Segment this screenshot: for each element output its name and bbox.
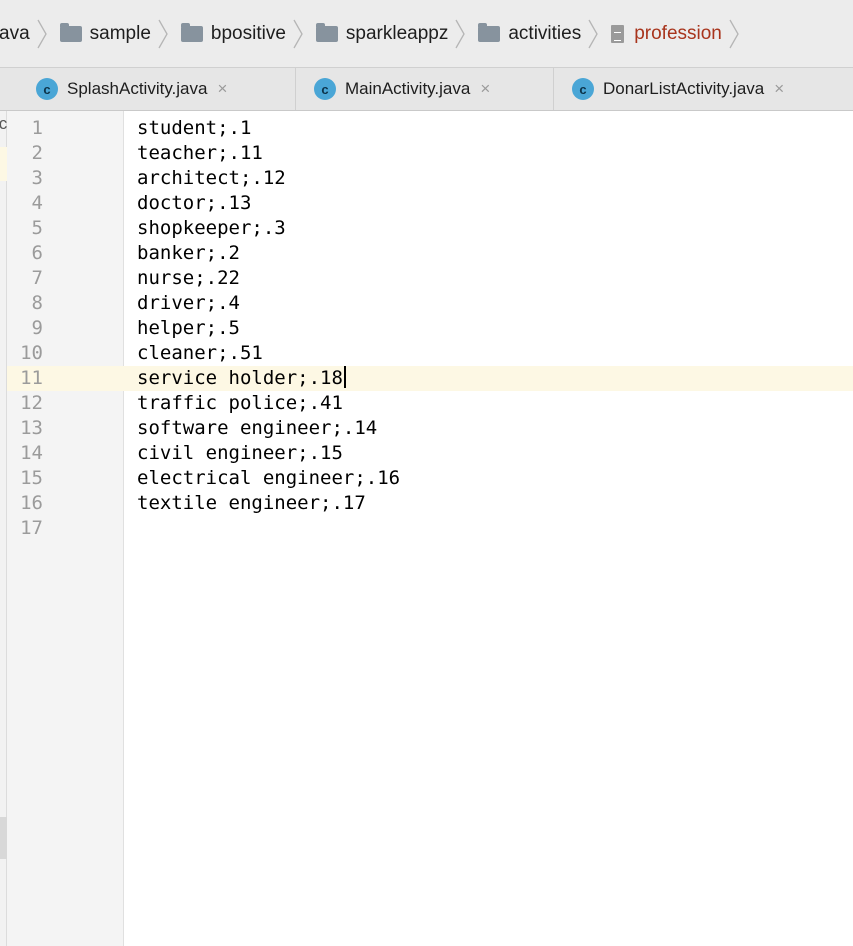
- close-icon[interactable]: ×: [480, 79, 490, 99]
- code-line[interactable]: 16 textile engineer;.17: [0, 491, 853, 516]
- class-icon: c: [314, 78, 336, 100]
- breadcrumb: ava sample bpositive sparkleappz activit…: [0, 0, 853, 68]
- folder-icon: [478, 22, 501, 42]
- chevron-right-icon: [36, 16, 48, 52]
- line-text[interactable]: software engineer;.14: [137, 416, 377, 441]
- class-icon: c: [36, 78, 58, 100]
- line-text[interactable]: architect;.12: [137, 166, 286, 191]
- chevron-right-icon: [157, 16, 169, 52]
- class-icon: c: [572, 78, 594, 100]
- code-line-current[interactable]: 11 service holder;.18: [0, 366, 853, 391]
- line-text[interactable]: textile engineer;.17: [137, 491, 366, 516]
- line-number: 5: [31, 217, 43, 239]
- editor-tabs: c SplashActivity.java × c MainActivity.j…: [0, 68, 853, 111]
- breadcrumb-label: sparkleappz: [345, 22, 449, 44]
- text-file-icon: [611, 24, 625, 43]
- code-line[interactable]: 15 electrical engineer;.16: [0, 466, 853, 491]
- line-text[interactable]: student;.1: [137, 116, 251, 141]
- tab-label: DonarListActivity.java: [603, 79, 765, 98]
- tab-donar-list-activity[interactable]: c DonarListActivity.java ×: [554, 68, 853, 110]
- line-text[interactable]: service holder;.18: [137, 366, 346, 391]
- line-number: 10: [20, 342, 43, 364]
- line-number: 1: [31, 117, 43, 139]
- breadcrumb-label: bpositive: [210, 22, 286, 44]
- line-text[interactable]: driver;.4: [137, 291, 240, 316]
- chevron-right-icon: [454, 16, 466, 52]
- chevron-right-icon: [587, 16, 599, 52]
- code-line[interactable]: 3 architect;.12: [0, 166, 853, 191]
- line-number: 2: [31, 142, 43, 164]
- code-line[interactable]: 4 doctor;.13: [0, 191, 853, 216]
- line-number: 16: [20, 492, 43, 514]
- code-line[interactable]: 14 civil engineer;.15: [0, 441, 853, 466]
- line-number: 3: [31, 167, 43, 189]
- line-number: 17: [20, 517, 43, 539]
- chevron-right-icon: [292, 16, 304, 52]
- line-number: 12: [20, 392, 43, 414]
- tab-splash-activity[interactable]: c SplashActivity.java ×: [0, 68, 296, 110]
- breadcrumb-item-bpositive[interactable]: bpositive: [171, 0, 286, 67]
- tab-label: SplashActivity.java: [67, 79, 208, 98]
- code-line[interactable]: 6 banker;.2: [0, 241, 853, 266]
- breadcrumb-label: activities: [508, 22, 582, 44]
- breadcrumb-label: profession: [634, 22, 722, 44]
- line-number: 11: [20, 367, 43, 389]
- text-caret: [343, 366, 346, 388]
- line-number: 15: [20, 467, 43, 489]
- line-text[interactable]: teacher;.11: [137, 141, 263, 166]
- line-number: 13: [20, 417, 43, 439]
- code-line[interactable]: 5 shopkeeper;.3: [0, 216, 853, 241]
- breadcrumb-item-activities[interactable]: activities: [468, 0, 581, 67]
- line-number: 4: [31, 192, 43, 214]
- folder-icon: [59, 22, 82, 42]
- code-line[interactable]: 13 software engineer;.14: [0, 416, 853, 441]
- breadcrumb-label: ava: [0, 22, 30, 44]
- code-line[interactable]: 9 helper;.5: [0, 316, 853, 341]
- code-line[interactable]: 12 traffic police;.41: [0, 391, 853, 416]
- tab-label: MainActivity.java: [345, 79, 471, 98]
- breadcrumb-item-java[interactable]: ava: [0, 0, 30, 67]
- code-line[interactable]: 2 teacher;.11: [0, 141, 853, 166]
- breadcrumb-item-sparkleappz[interactable]: sparkleappz: [306, 0, 448, 67]
- code-line[interactable]: 17: [0, 516, 853, 541]
- chevron-right-icon: [728, 16, 740, 52]
- line-number: 9: [31, 317, 43, 339]
- breadcrumb-label: sample: [89, 22, 151, 44]
- line-text[interactable]: shopkeeper;.3: [137, 216, 286, 241]
- line-text[interactable]: nurse;.22: [137, 266, 240, 291]
- line-text[interactable]: helper;.5: [137, 316, 240, 341]
- code-line[interactable]: 8 driver;.4: [0, 291, 853, 316]
- code-line[interactable]: 1 student;.1: [0, 116, 853, 141]
- folder-icon: [180, 22, 203, 42]
- line-text[interactable]: cleaner;.51: [137, 341, 263, 366]
- code-line[interactable]: 7 nurse;.22: [0, 266, 853, 291]
- line-text[interactable]: civil engineer;.15: [137, 441, 343, 466]
- close-icon[interactable]: ×: [217, 79, 227, 99]
- line-text[interactable]: banker;.2: [137, 241, 240, 266]
- line-text[interactable]: traffic police;.41: [137, 391, 343, 416]
- breadcrumb-item-profession[interactable]: profession: [601, 0, 722, 67]
- strip-scroll-mark[interactable]: [0, 817, 7, 859]
- line-text[interactable]: doctor;.13: [137, 191, 251, 216]
- line-text[interactable]: electrical engineer;.16: [137, 466, 400, 491]
- code-line[interactable]: 10 cleaner;.51: [0, 341, 853, 366]
- line-number: 8: [31, 292, 43, 314]
- folder-icon: [315, 22, 338, 42]
- tab-main-activity[interactable]: c MainActivity.java ×: [296, 68, 554, 110]
- line-number: 6: [31, 242, 43, 264]
- close-icon[interactable]: ×: [774, 79, 784, 99]
- breadcrumb-item-sample[interactable]: sample: [50, 0, 151, 67]
- line-number: 14: [20, 442, 43, 464]
- line-number: 7: [31, 267, 43, 289]
- line-text-content: service holder;.18: [137, 367, 343, 389]
